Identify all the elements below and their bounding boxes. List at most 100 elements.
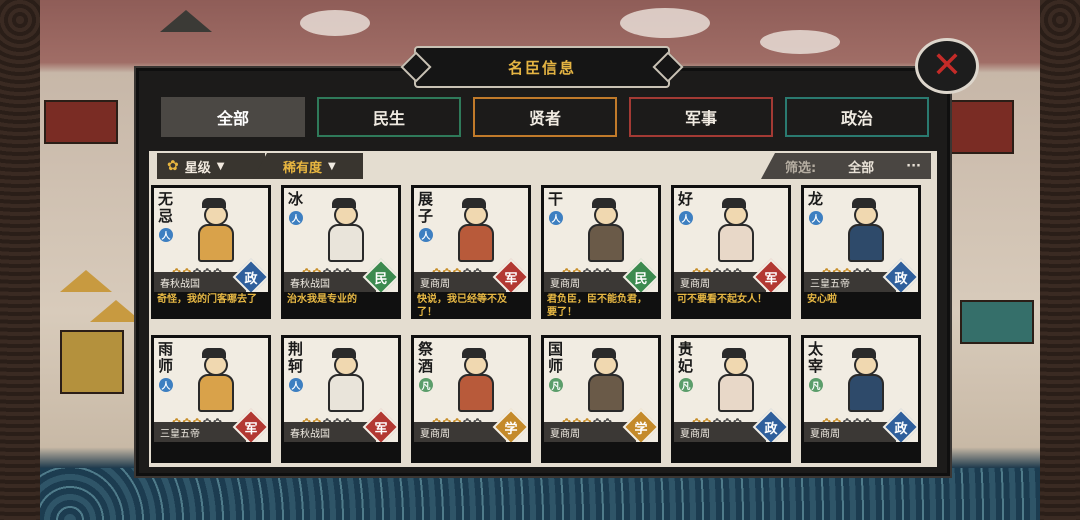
- dropdown-icon: ▼: [216, 160, 225, 172]
- figure-body: [848, 224, 884, 262]
- card-portrait: 好人✿✿✿✿✿夏商周军: [674, 188, 788, 292]
- minister-name: 龙: [808, 190, 824, 208]
- tab-all[interactable]: 全部: [161, 97, 305, 137]
- figure-body: [198, 374, 234, 412]
- minister-figure: [454, 348, 494, 412]
- building: [960, 300, 1034, 344]
- left-border: [0, 0, 40, 520]
- card-portrait: 雨师人✿✿✿✿✿三皇五帝军: [154, 338, 268, 442]
- minister-card[interactable]: 国师凡✿✿✿✿✿夏商周学: [541, 335, 661, 463]
- minister-card[interactable]: 展子人✿✿✿✿✿夏商周军快说，我已经等不及了！: [411, 185, 531, 319]
- filter-value: 全部: [848, 160, 875, 176]
- card-row: 雨师人✿✿✿✿✿三皇五帝军荆轲人✿✿✿✿✿春秋战国军祭酒凡✿✿✿✿✿夏商周学国师…: [151, 335, 935, 463]
- figure-body: [458, 224, 494, 262]
- minister-quote: 奇怪，我的门客哪去了: [157, 294, 257, 305]
- minister-name: 干: [548, 190, 564, 208]
- type-label: 学: [504, 421, 518, 437]
- type-label: 民: [634, 271, 648, 287]
- close-button[interactable]: ✕: [915, 38, 979, 94]
- minister-figure: [714, 348, 754, 412]
- clan-badge: 人: [159, 228, 173, 242]
- figure-hat: [722, 348, 746, 358]
- figure-body: [848, 374, 884, 412]
- card-portrait: 冰人✿✿✿✿✿春秋战国民: [284, 188, 398, 292]
- minister-card[interactable]: 祭酒凡✿✿✿✿✿夏商周学: [411, 335, 531, 463]
- minister-info-dialog: 全部 民生 贤者 军事 政治 ✿ 星级 ▼ 稀有度 ▼ 筛选: 全部 ··· 无…: [136, 68, 950, 476]
- minister-name: 冰: [288, 190, 304, 208]
- minister-name: 荆轲: [288, 340, 304, 375]
- card-portrait: 展子人✿✿✿✿✿夏商周军: [414, 188, 528, 292]
- figure-body: [198, 224, 234, 262]
- clan-badge: 凡: [549, 378, 563, 392]
- cloud: [620, 8, 710, 38]
- category-tabs: 全部 民生 贤者 军事 政治: [161, 97, 929, 137]
- clan-badge: 人: [289, 211, 303, 225]
- roof: [160, 10, 212, 32]
- minister-card[interactable]: 好人✿✿✿✿✿夏商周军可不要看不起女人！: [671, 185, 791, 319]
- minister-figure: [584, 198, 624, 262]
- card-portrait: 无忌人✿✿✿✿✿春秋战国政: [154, 188, 268, 292]
- clan-badge: 人: [549, 211, 563, 225]
- era-label: 夏商周: [674, 272, 766, 292]
- tab-minsheng[interactable]: 民生: [317, 97, 461, 137]
- minister-quote: 安心啦: [807, 294, 837, 305]
- clan-badge: 凡: [419, 378, 433, 392]
- tab-junshi[interactable]: 军事: [629, 97, 773, 137]
- minister-figure: [324, 348, 364, 412]
- type-label: 军: [504, 271, 518, 287]
- rarity-sort-button[interactable]: 稀有度 ▼: [253, 153, 363, 179]
- minister-card[interactable]: 雨师人✿✿✿✿✿三皇五帝军: [151, 335, 271, 463]
- minister-figure: [194, 198, 234, 262]
- minister-card[interactable]: 龙人✿✿✿✿✿三皇五帝政安心啦: [801, 185, 921, 319]
- figure-body: [588, 374, 624, 412]
- minister-card[interactable]: 太宰凡✿✿✿✿✿夏商周政: [801, 335, 921, 463]
- clan-badge: 人: [159, 378, 173, 392]
- cloud: [300, 10, 370, 36]
- card-portrait: 龙人✿✿✿✿✿三皇五帝政: [804, 188, 918, 292]
- flower-icon: ✿: [167, 158, 179, 174]
- minister-figure: [844, 198, 884, 262]
- minister-card[interactable]: 荆轲人✿✿✿✿✿春秋战国军: [281, 335, 401, 463]
- minister-card[interactable]: 无忌人✿✿✿✿✿春秋战国政奇怪，我的门客哪去了: [151, 185, 271, 319]
- card-portrait: 祭酒凡✿✿✿✿✿夏商周学: [414, 338, 528, 442]
- minister-figure: [584, 348, 624, 412]
- card-portrait: 荆轲人✿✿✿✿✿春秋战国军: [284, 338, 398, 442]
- minister-name: 国师: [548, 340, 564, 375]
- minister-card[interactable]: 贵妃凡✿✿✿✿✿夏商周政: [671, 335, 791, 463]
- dialog-title: 名臣信息: [414, 46, 670, 88]
- roof: [60, 270, 112, 292]
- type-label: 军: [374, 421, 388, 437]
- figure-hat: [332, 198, 356, 208]
- minister-card[interactable]: 冰人✿✿✿✿✿春秋战国民治水我是专业的: [281, 185, 401, 319]
- era-label: 夏商周: [414, 272, 506, 292]
- right-border: [1040, 0, 1080, 520]
- era-label: 春秋战国: [154, 272, 246, 292]
- minister-name: 展子: [418, 190, 434, 225]
- era-label: 夏商周: [414, 422, 506, 442]
- tab-zhengzhi[interactable]: 政治: [785, 97, 929, 137]
- clan-badge: 人: [289, 378, 303, 392]
- clan-badge: 凡: [809, 378, 823, 392]
- type-label: 军: [764, 271, 778, 287]
- star-sort-button[interactable]: ✿ 星级 ▼: [157, 153, 265, 179]
- type-label: 学: [634, 421, 648, 437]
- era-label: 夏商周: [804, 422, 896, 442]
- figure-body: [458, 374, 494, 412]
- clan-badge: 人: [679, 211, 693, 225]
- figure-hat: [332, 348, 356, 358]
- minister-name: 祭酒: [418, 340, 434, 375]
- minister-figure: [194, 348, 234, 412]
- figure-hat: [592, 348, 616, 358]
- card-portrait: 太宰凡✿✿✿✿✿夏商周政: [804, 338, 918, 442]
- clan-badge: 人: [809, 211, 823, 225]
- card-row: 无忌人✿✿✿✿✿春秋战国政奇怪，我的门客哪去了冰人✿✿✿✿✿春秋战国民治水我是专…: [151, 185, 935, 319]
- minister-name: 无忌: [158, 190, 174, 225]
- clan-badge: 凡: [679, 378, 693, 392]
- minister-name: 雨师: [158, 340, 174, 375]
- figure-body: [328, 374, 364, 412]
- type-label: 民: [374, 271, 388, 287]
- minister-card[interactable]: 干人✿✿✿✿✿夏商周民君负臣，臣不能负君，要了！: [541, 185, 661, 319]
- tab-xianzhe[interactable]: 贤者: [473, 97, 617, 137]
- filter-button[interactable]: 筛选: 全部 ···: [761, 153, 931, 179]
- figure-hat: [202, 348, 226, 358]
